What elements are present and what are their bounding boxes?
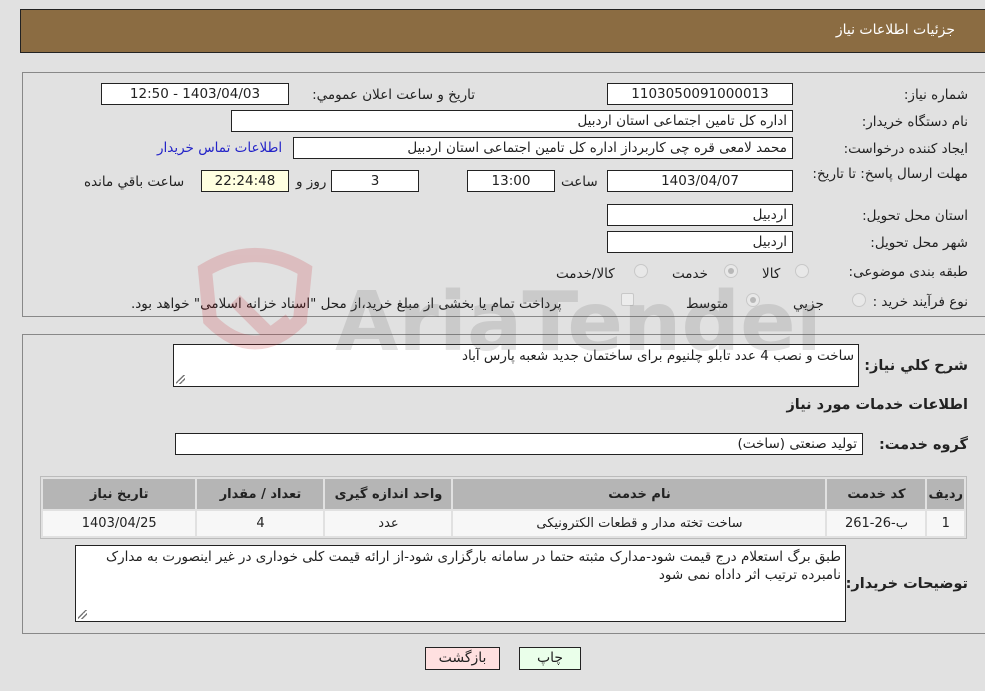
cell-row-number: 1 [927,511,964,536]
purchase-type-radio-minor[interactable] [852,293,866,307]
treasury-checkbox-label: پرداخت تمام يا بخشی از مبلغ خريد،از محل … [131,296,562,312]
category-option-goods-service: کالا/خدمت [556,266,615,282]
category-option-service: خدمت [672,266,708,282]
delivery-province-field: اردبیل [607,204,793,226]
announce-datetime-label: تاريخ و ساعت اعلان عمومي: [312,87,475,103]
page-header: جزئيات اطلاعات نياز [20,9,985,53]
requester-label: ايجاد کننده درخواست: [843,141,968,157]
buyer-contact-link[interactable]: اطلاعات تماس خريدار [157,140,282,156]
col-header-quantity: تعداد / مقدار [197,479,324,509]
table-row: 1 ب-26-261 ساخت تخته مدار و قطعات الکترو… [43,511,964,536]
table-header-row: رديف کد خدمت نام خدمت واحد اندازه گيری ت… [43,479,964,509]
cell-service-code: ب-26-261 [827,511,926,536]
col-header-need-date: تاريخ نياز [43,479,196,509]
announce-datetime-field: 1403/04/03 - 12:50 [101,83,289,105]
print-button[interactable]: چاپ [519,647,581,670]
buyer-notes-textarea[interactable]: طبق برگ استعلام درج قیمت شود-مدارک مثبته… [75,545,846,622]
purchase-type-option-minor: جزيي [793,296,824,312]
buyer-org-label: نام دستگاه خريدار: [861,114,968,130]
need-number-field: 1103050091000013 [607,83,793,105]
remaining-time-label: ساعت باقي مانده [84,174,185,190]
service-group-label: گروه خدمت: [878,437,968,453]
category-radio-goods[interactable] [795,264,809,278]
remaining-time-field: 22:24:48 [201,170,289,192]
col-header-service-code: کد خدمت [827,479,926,509]
cell-quantity: 4 [197,511,324,536]
purchase-type-option-medium: متوسط [686,296,729,312]
back-button[interactable]: بازگشت [425,647,500,670]
need-info-panel [22,72,985,317]
need-number-label: شماره نياز: [903,87,968,103]
category-radio-goods-service[interactable] [634,264,648,278]
col-header-service-name: نام خدمت [453,479,826,509]
col-header-unit: واحد اندازه گيری [325,479,452,509]
remaining-days-field: 3 [331,170,419,192]
delivery-province-label: استان محل تحويل: [862,208,968,224]
buyer-notes-label: توضيحات خريدار: [845,576,968,592]
resize-grip-icon[interactable] [176,375,185,384]
col-header-row-number: رديف [927,479,964,509]
purchase-type-radio-medium[interactable] [746,293,760,307]
deadline-label: مهلت ارسال پاسخ: تا تاريخ: [812,166,968,182]
deadline-time-field: 13:00 [467,170,555,192]
category-label: طبقه بندی موضوعی: [848,264,968,280]
buyer-notes-text: طبق برگ استعلام درج قیمت شود-مدارک مثبته… [106,549,841,583]
description-text: ساخت و نصب 4 عدد تابلو چلنیوم برای ساختم… [462,348,854,364]
cell-service-name: ساخت تخته مدار و قطعات الکترونیکی [453,511,826,536]
category-option-goods: کالا [762,266,781,282]
description-label: شرح کلي نياز: [864,358,968,374]
service-group-field: تولید صنعتی (ساخت) [175,433,863,455]
services-section-title: اطلاعات خدمات مورد نياز [786,397,968,413]
delivery-city-label: شهر محل تحويل: [870,235,968,251]
purchase-type-label: نوع فرآيند خريد : [872,294,968,310]
treasury-checkbox[interactable] [621,293,634,306]
remaining-days-label: روز و [296,174,327,190]
cell-need-date: 1403/04/25 [43,511,196,536]
cell-unit: عدد [325,511,452,536]
requester-field: محمد لامعی قره چی کاربرداز اداره کل تامی… [293,137,793,159]
resize-grip-icon[interactable] [78,610,87,619]
delivery-city-field: اردبیل [607,231,793,253]
page-title: جزئيات اطلاعات نياز [835,22,955,38]
category-radio-service[interactable] [724,264,738,278]
deadline-date-field: 1403/04/07 [607,170,793,192]
deadline-time-label: ساعت [561,174,598,190]
description-textarea[interactable]: ساخت و نصب 4 عدد تابلو چلنیوم برای ساختم… [173,344,859,387]
services-table: رديف کد خدمت نام خدمت واحد اندازه گيری ت… [40,476,967,539]
buyer-org-field: اداره کل تامین اجتماعی استان اردبیل [231,110,793,132]
